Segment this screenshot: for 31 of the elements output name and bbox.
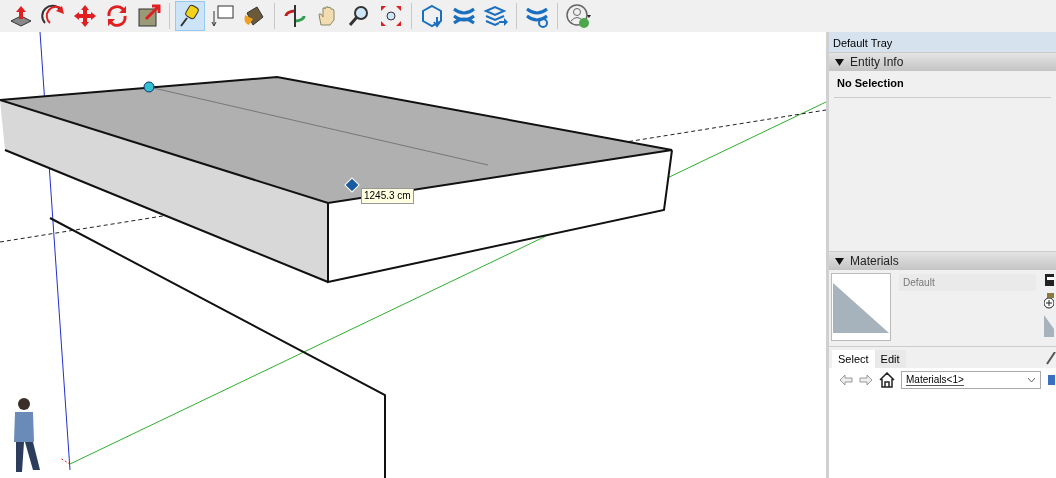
tape-tool-button[interactable] — [175, 1, 205, 31]
layers-icon — [483, 3, 509, 29]
material-tab[interactable]: Edit — [874, 350, 906, 368]
account-icon — [565, 3, 591, 29]
material-swatch — [831, 273, 891, 341]
panel-header[interactable]: Entity Info — [829, 52, 1056, 71]
scale-icon — [136, 3, 162, 29]
3d-viewport[interactable]: 1245.3 cm — [0, 32, 829, 478]
material-tab[interactable]: Select — [832, 350, 875, 368]
extents-icon — [378, 3, 404, 29]
account-tool-button[interactable] — [563, 1, 593, 31]
orbit-icon — [282, 3, 308, 29]
panel-title: Materials — [850, 254, 899, 268]
panel-header[interactable]: Materials — [829, 251, 1056, 270]
depth-axis — [59, 457, 71, 465]
panel-title: Entity Info — [850, 55, 904, 69]
back-arrow-icon[interactable] — [839, 374, 853, 386]
forward-arrow-icon[interactable] — [859, 374, 873, 386]
pencil-icon[interactable] — [1046, 352, 1056, 366]
chevron-down-icon — [1027, 377, 1036, 383]
endpoint-marker — [143, 81, 155, 93]
move-icon — [72, 3, 98, 29]
text-icon — [209, 3, 235, 29]
library-dropdown[interactable]: Materials<1> — [901, 371, 1041, 389]
inference-point-marker — [344, 177, 360, 193]
selection-status: No Selection — [836, 76, 905, 91]
home-icon[interactable] — [879, 372, 895, 388]
measurement-tooltip: 1245.3 cm — [361, 188, 414, 204]
material-name-field[interactable]: Default — [899, 274, 1036, 291]
tray-title: Default Tray — [829, 32, 1056, 52]
material-preview-icon — [1044, 315, 1054, 337]
